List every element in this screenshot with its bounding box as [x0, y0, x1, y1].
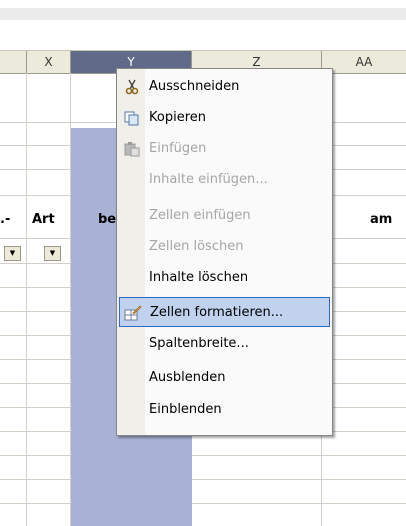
scissors-icon: [123, 79, 141, 95]
menu-item-insert-cells[interactable]: Zellen einfügen: [119, 201, 330, 231]
copy-icon: [123, 110, 141, 126]
context-menu: Ausschneiden Kopieren Einfügen Inhalte e…: [116, 68, 333, 436]
header-cell-partial: .-: [0, 212, 11, 227]
header-cell-am: am: [370, 212, 393, 227]
menu-item-unhide[interactable]: Einblenden: [119, 395, 330, 425]
column-header-x[interactable]: X: [27, 51, 71, 73]
column-header-partial[interactable]: [0, 51, 27, 73]
header-cell-be: be: [98, 212, 117, 227]
menu-item-format-cells[interactable]: Zellen formatieren...: [119, 297, 330, 327]
menu-item-copy[interactable]: Kopieren: [119, 103, 330, 133]
formula-bar[interactable]: [0, 8, 406, 20]
paste-icon: [123, 141, 141, 157]
column-header-aa[interactable]: AA: [322, 51, 406, 73]
menu-item-cut[interactable]: Ausschneiden: [119, 72, 330, 102]
menu-item-delete-cells[interactable]: Zellen löschen: [119, 232, 330, 262]
formula-bar-area: [0, 0, 406, 22]
header-cell-art: Art: [32, 212, 55, 227]
autofilter-dropdown-1[interactable]: ▼: [4, 246, 21, 261]
autofilter-dropdown-art[interactable]: ▼: [44, 246, 61, 261]
menu-item-column-width[interactable]: Spaltenbreite...: [119, 329, 330, 359]
menu-item-hide[interactable]: Ausblenden: [119, 363, 330, 393]
menu-item-paste-special[interactable]: Inhalte einfügen...: [119, 165, 330, 195]
format-cells-icon: [124, 305, 142, 321]
menu-item-paste[interactable]: Einfügen: [119, 134, 330, 164]
menu-item-clear-contents[interactable]: Inhalte löschen: [119, 263, 330, 293]
